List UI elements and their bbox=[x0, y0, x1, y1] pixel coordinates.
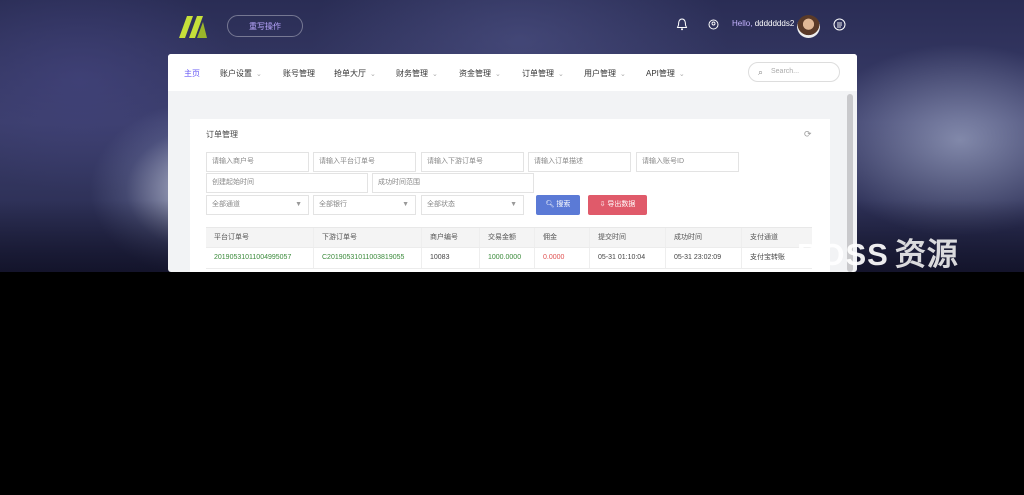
chevron-down-icon: ⌄ bbox=[495, 71, 501, 78]
watermark: BOSS 资源 bbox=[797, 229, 959, 274]
search-icon: 🔍︎ bbox=[545, 201, 555, 208]
greeting: Hello, ddddddds2 bbox=[732, 19, 794, 28]
table-cell: 05-31 23:02:09 bbox=[666, 248, 742, 268]
column-header[interactable]: 佣金 bbox=[535, 228, 590, 248]
success-range-input[interactable]: 成功时间范围 bbox=[372, 173, 534, 193]
nav-item-users[interactable]: 用户管理 ⌄ bbox=[584, 68, 626, 79]
channel-select-value: 全部通道 bbox=[212, 201, 240, 208]
bell-icon[interactable] bbox=[675, 18, 689, 32]
search-input[interactable]: ⌕ Search... bbox=[748, 62, 840, 82]
avatar[interactable] bbox=[797, 15, 820, 38]
username[interactable]: ddddddds2 bbox=[755, 19, 795, 28]
export-button-label: 导出数据 bbox=[607, 201, 636, 208]
account-id-input[interactable]: 请输入账号ID bbox=[636, 152, 739, 172]
nav-item-account-settings[interactable]: 账户设置 ⌄ bbox=[220, 68, 262, 79]
chevron-down-icon: ⌄ bbox=[432, 71, 438, 78]
chevron-down-icon: ▼ bbox=[295, 201, 302, 208]
logo-icon[interactable] bbox=[179, 16, 207, 38]
search-placeholder: Search... bbox=[771, 68, 800, 75]
watermark-latin: BOSS bbox=[797, 237, 889, 272]
main-panel: 主页 账户设置 ⌄ 账号管理 抢单大厅 ⌄ 财务管理 ⌄ 资金管理 ⌄ 订单管理 ⌄ 用户… bbox=[168, 54, 857, 272]
chevron-down-icon: ⌄ bbox=[370, 71, 376, 78]
table-cell: 05-31 01:10:04 bbox=[590, 248, 666, 268]
hello-prefix: Hello, bbox=[732, 19, 753, 28]
search-button[interactable]: 🔍︎ 搜索 bbox=[536, 195, 580, 215]
table-header: 平台订单号 下游订单号 商户编号 交易金额 佣金 提交时间 成功时间 支付通道 bbox=[206, 227, 812, 248]
export-icon: ⇩ bbox=[599, 201, 606, 208]
nav-item-home[interactable]: 主页 bbox=[184, 68, 200, 79]
order-management-card: 订单管理 ⟳ 请输入商户号 请输入平台订单号 请输入下游订单号 请输入订单描述 … bbox=[190, 119, 830, 272]
column-header[interactable]: 提交时间 bbox=[590, 228, 666, 248]
channel-select[interactable]: 全部通道 ▼ bbox=[206, 195, 309, 215]
order-desc-input[interactable]: 请输入订单描述 bbox=[528, 152, 631, 172]
chevron-down-icon: ▼ bbox=[402, 201, 409, 208]
platform-order-no-input[interactable]: 请输入平台订单号 bbox=[313, 152, 416, 172]
nav-item-finance[interactable]: 财务管理 ⌄ bbox=[396, 68, 438, 79]
column-header[interactable]: 商户编号 bbox=[422, 228, 480, 248]
table-cell: 20190531011004995057 bbox=[206, 248, 314, 268]
refresh-icon[interactable]: ⟳ bbox=[804, 129, 812, 140]
chevron-down-icon: ⌄ bbox=[620, 71, 626, 78]
card-title: 订单管理 bbox=[206, 130, 238, 139]
menu-icon[interactable] bbox=[832, 18, 846, 32]
status-select[interactable]: 全部状态 ▼ bbox=[421, 195, 524, 215]
chevron-down-icon: ▼ bbox=[510, 201, 517, 208]
watermark-cn: 资源 bbox=[894, 237, 959, 272]
chevron-down-icon: ⌄ bbox=[256, 71, 262, 78]
bank-select[interactable]: 全部银行 ▼ bbox=[313, 195, 416, 215]
top-action-button[interactable]: 重写操作 bbox=[227, 15, 303, 37]
bank-select-value: 全部银行 bbox=[319, 201, 347, 208]
status-select-value: 全部状态 bbox=[427, 201, 455, 208]
downstream-order-no-input[interactable]: 请输入下游订单号 bbox=[421, 152, 524, 172]
created-range-input[interactable]: 创建起始时间 bbox=[206, 173, 368, 193]
column-header[interactable]: 成功时间 bbox=[666, 228, 742, 248]
nav-item-orders[interactable]: 订单管理 ⌄ bbox=[522, 68, 564, 79]
export-button[interactable]: ⇩ 导出数据 bbox=[588, 195, 647, 215]
nav-item-account-manage[interactable]: 账号管理 bbox=[283, 68, 315, 79]
table-cell: 1000.0000 bbox=[480, 248, 535, 268]
refresh-user-icon[interactable] bbox=[706, 18, 720, 32]
table-cell: 10083 bbox=[422, 248, 480, 268]
table-row[interactable]: 20190531011004995057 C201905310110038190… bbox=[206, 247, 812, 269]
search-button-label: 搜索 bbox=[556, 201, 571, 208]
nav-item-funds[interactable]: 资金管理 ⌄ bbox=[459, 68, 501, 79]
nav-item-order-hall[interactable]: 抢单大厅 ⌄ bbox=[334, 68, 376, 79]
column-header[interactable]: 下游订单号 bbox=[314, 228, 422, 248]
search-icon: ⌕ bbox=[758, 67, 764, 77]
nav-item-api[interactable]: API管理 ⌄ bbox=[646, 68, 685, 79]
chevron-down-icon: ⌄ bbox=[678, 71, 685, 78]
table-cell: 0.0000 bbox=[535, 248, 590, 268]
column-header[interactable]: 交易金额 bbox=[480, 228, 535, 248]
table-cell: C20190531011003819055 bbox=[314, 248, 422, 268]
chevron-down-icon: ⌄ bbox=[558, 71, 564, 78]
top-nav: 主页 账户设置 ⌄ 账号管理 抢单大厅 ⌄ 财务管理 ⌄ 资金管理 ⌄ 订单管理 ⌄ 用户… bbox=[168, 54, 857, 91]
column-header[interactable]: 平台订单号 bbox=[206, 228, 314, 248]
merchant-no-input[interactable]: 请输入商户号 bbox=[206, 152, 309, 172]
